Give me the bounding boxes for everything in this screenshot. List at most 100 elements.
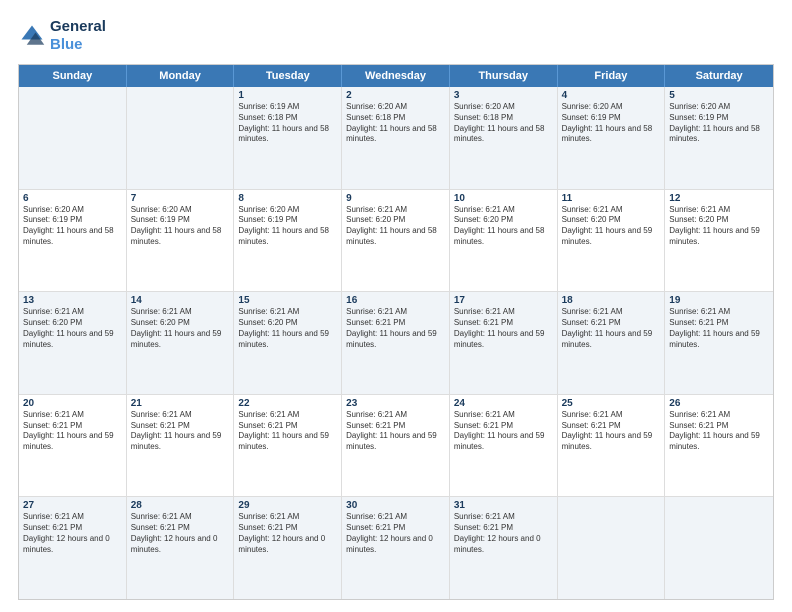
calendar-cell: 20Sunrise: 6:21 AM Sunset: 6:21 PM Dayli… (19, 395, 127, 497)
day-details: Sunrise: 6:21 AM Sunset: 6:21 PM Dayligh… (454, 410, 553, 453)
calendar-cell: 6Sunrise: 6:20 AM Sunset: 6:19 PM Daylig… (19, 190, 127, 292)
weekday-header: Saturday (665, 65, 773, 87)
calendar-cell: 26Sunrise: 6:21 AM Sunset: 6:21 PM Dayli… (665, 395, 773, 497)
day-number: 16 (346, 295, 445, 306)
day-number: 7 (131, 193, 230, 204)
day-details: Sunrise: 6:21 AM Sunset: 6:20 PM Dayligh… (454, 205, 553, 248)
day-details: Sunrise: 6:20 AM Sunset: 6:19 PM Dayligh… (669, 102, 769, 145)
day-details: Sunrise: 6:21 AM Sunset: 6:21 PM Dayligh… (238, 410, 337, 453)
weekday-header: Tuesday (234, 65, 342, 87)
day-details: Sunrise: 6:21 AM Sunset: 6:20 PM Dayligh… (669, 205, 769, 248)
day-number: 2 (346, 90, 445, 101)
calendar-row: 6Sunrise: 6:20 AM Sunset: 6:19 PM Daylig… (19, 190, 773, 293)
calendar-cell: 15Sunrise: 6:21 AM Sunset: 6:20 PM Dayli… (234, 292, 342, 394)
day-details: Sunrise: 6:21 AM Sunset: 6:21 PM Dayligh… (23, 410, 122, 453)
day-number: 12 (669, 193, 769, 204)
day-number: 31 (454, 500, 553, 511)
day-details: Sunrise: 6:20 AM Sunset: 6:19 PM Dayligh… (131, 205, 230, 248)
day-number: 14 (131, 295, 230, 306)
calendar-row: 20Sunrise: 6:21 AM Sunset: 6:21 PM Dayli… (19, 395, 773, 498)
calendar-cell: 14Sunrise: 6:21 AM Sunset: 6:20 PM Dayli… (127, 292, 235, 394)
calendar-cell: 29Sunrise: 6:21 AM Sunset: 6:21 PM Dayli… (234, 497, 342, 599)
calendar-cell: 8Sunrise: 6:20 AM Sunset: 6:19 PM Daylig… (234, 190, 342, 292)
calendar-body: 1Sunrise: 6:19 AM Sunset: 6:18 PM Daylig… (19, 87, 773, 599)
day-details: Sunrise: 6:21 AM Sunset: 6:21 PM Dayligh… (454, 307, 553, 350)
logo: General Blue (18, 18, 106, 54)
day-details: Sunrise: 6:21 AM Sunset: 6:21 PM Dayligh… (562, 410, 661, 453)
calendar-cell (558, 497, 666, 599)
day-number: 13 (23, 295, 122, 306)
calendar-cell: 19Sunrise: 6:21 AM Sunset: 6:21 PM Dayli… (665, 292, 773, 394)
calendar-cell: 12Sunrise: 6:21 AM Sunset: 6:20 PM Dayli… (665, 190, 773, 292)
weekday-header: Friday (558, 65, 666, 87)
day-details: Sunrise: 6:21 AM Sunset: 6:21 PM Dayligh… (346, 410, 445, 453)
calendar-cell: 11Sunrise: 6:21 AM Sunset: 6:20 PM Dayli… (558, 190, 666, 292)
day-number: 30 (346, 500, 445, 511)
day-details: Sunrise: 6:19 AM Sunset: 6:18 PM Dayligh… (238, 102, 337, 145)
calendar-cell: 10Sunrise: 6:21 AM Sunset: 6:20 PM Dayli… (450, 190, 558, 292)
day-number: 20 (23, 398, 122, 409)
calendar-row: 13Sunrise: 6:21 AM Sunset: 6:20 PM Dayli… (19, 292, 773, 395)
day-number: 28 (131, 500, 230, 511)
day-number: 24 (454, 398, 553, 409)
calendar-cell: 18Sunrise: 6:21 AM Sunset: 6:21 PM Dayli… (558, 292, 666, 394)
day-number: 1 (238, 90, 337, 101)
day-number: 15 (238, 295, 337, 306)
day-number: 21 (131, 398, 230, 409)
day-details: Sunrise: 6:21 AM Sunset: 6:21 PM Dayligh… (562, 307, 661, 350)
day-number: 8 (238, 193, 337, 204)
day-number: 25 (562, 398, 661, 409)
calendar-cell: 2Sunrise: 6:20 AM Sunset: 6:18 PM Daylig… (342, 87, 450, 189)
weekday-header: Sunday (19, 65, 127, 87)
day-number: 5 (669, 90, 769, 101)
calendar-row: 27Sunrise: 6:21 AM Sunset: 6:21 PM Dayli… (19, 497, 773, 599)
logo-icon (18, 22, 46, 50)
day-details: Sunrise: 6:20 AM Sunset: 6:19 PM Dayligh… (23, 205, 122, 248)
calendar-cell: 25Sunrise: 6:21 AM Sunset: 6:21 PM Dayli… (558, 395, 666, 497)
day-details: Sunrise: 6:21 AM Sunset: 6:20 PM Dayligh… (562, 205, 661, 248)
calendar-cell: 17Sunrise: 6:21 AM Sunset: 6:21 PM Dayli… (450, 292, 558, 394)
day-details: Sunrise: 6:20 AM Sunset: 6:19 PM Dayligh… (562, 102, 661, 145)
calendar-cell: 3Sunrise: 6:20 AM Sunset: 6:18 PM Daylig… (450, 87, 558, 189)
calendar-cell: 30Sunrise: 6:21 AM Sunset: 6:21 PM Dayli… (342, 497, 450, 599)
header: General Blue (18, 18, 774, 54)
day-number: 23 (346, 398, 445, 409)
day-details: Sunrise: 6:20 AM Sunset: 6:19 PM Dayligh… (238, 205, 337, 248)
day-number: 6 (23, 193, 122, 204)
calendar-cell: 27Sunrise: 6:21 AM Sunset: 6:21 PM Dayli… (19, 497, 127, 599)
calendar-cell: 9Sunrise: 6:21 AM Sunset: 6:20 PM Daylig… (342, 190, 450, 292)
day-number: 18 (562, 295, 661, 306)
day-details: Sunrise: 6:21 AM Sunset: 6:21 PM Dayligh… (238, 512, 337, 555)
day-details: Sunrise: 6:21 AM Sunset: 6:21 PM Dayligh… (669, 307, 769, 350)
calendar-cell: 7Sunrise: 6:20 AM Sunset: 6:19 PM Daylig… (127, 190, 235, 292)
calendar-cell: 4Sunrise: 6:20 AM Sunset: 6:19 PM Daylig… (558, 87, 666, 189)
weekday-header: Wednesday (342, 65, 450, 87)
calendar-header: SundayMondayTuesdayWednesdayThursdayFrid… (19, 65, 773, 87)
calendar-cell: 1Sunrise: 6:19 AM Sunset: 6:18 PM Daylig… (234, 87, 342, 189)
calendar-cell (665, 497, 773, 599)
day-number: 29 (238, 500, 337, 511)
page: General Blue SundayMondayTuesdayWednesda… (0, 0, 792, 612)
day-number: 11 (562, 193, 661, 204)
calendar-cell: 5Sunrise: 6:20 AM Sunset: 6:19 PM Daylig… (665, 87, 773, 189)
day-details: Sunrise: 6:21 AM Sunset: 6:20 PM Dayligh… (23, 307, 122, 350)
day-details: Sunrise: 6:21 AM Sunset: 6:21 PM Dayligh… (669, 410, 769, 453)
weekday-header: Monday (127, 65, 235, 87)
day-number: 19 (669, 295, 769, 306)
day-details: Sunrise: 6:21 AM Sunset: 6:21 PM Dayligh… (131, 410, 230, 453)
day-details: Sunrise: 6:21 AM Sunset: 6:21 PM Dayligh… (23, 512, 122, 555)
day-details: Sunrise: 6:21 AM Sunset: 6:20 PM Dayligh… (238, 307, 337, 350)
calendar-cell (19, 87, 127, 189)
calendar-cell (127, 87, 235, 189)
day-number: 22 (238, 398, 337, 409)
calendar-cell: 24Sunrise: 6:21 AM Sunset: 6:21 PM Dayli… (450, 395, 558, 497)
day-details: Sunrise: 6:20 AM Sunset: 6:18 PM Dayligh… (346, 102, 445, 145)
logo-text: General Blue (50, 18, 106, 54)
calendar: SundayMondayTuesdayWednesdayThursdayFrid… (18, 64, 774, 600)
day-details: Sunrise: 6:21 AM Sunset: 6:21 PM Dayligh… (454, 512, 553, 555)
day-details: Sunrise: 6:21 AM Sunset: 6:20 PM Dayligh… (131, 307, 230, 350)
calendar-cell: 16Sunrise: 6:21 AM Sunset: 6:21 PM Dayli… (342, 292, 450, 394)
day-number: 10 (454, 193, 553, 204)
day-details: Sunrise: 6:21 AM Sunset: 6:21 PM Dayligh… (346, 512, 445, 555)
day-details: Sunrise: 6:20 AM Sunset: 6:18 PM Dayligh… (454, 102, 553, 145)
